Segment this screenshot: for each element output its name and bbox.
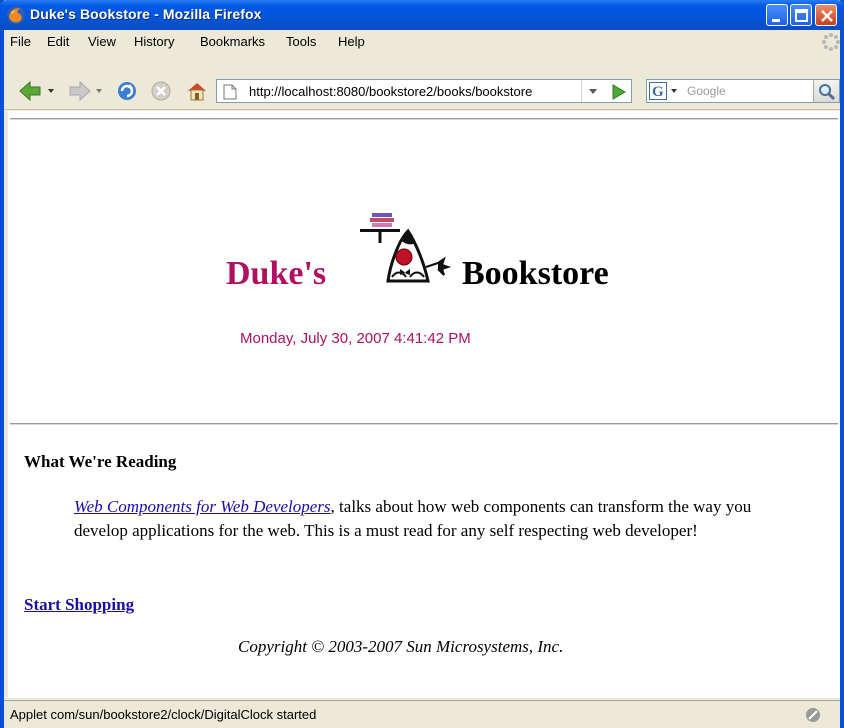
search-bar[interactable]: G Google (646, 79, 840, 103)
menu-tools[interactable]: Tools (286, 34, 316, 49)
close-button[interactable] (815, 4, 837, 26)
menu-help[interactable]: Help (338, 34, 365, 49)
status-bar: Applet com/sun/bookstore2/clock/DigitalC… (4, 700, 840, 728)
maximize-button[interactable] (790, 4, 812, 26)
throbber-icon (821, 32, 841, 52)
google-engine-icon[interactable]: G (649, 82, 681, 100)
window-title: Duke's Bookstore - Mozilla Firefox (30, 6, 262, 22)
search-icon[interactable] (813, 80, 839, 102)
back-button[interactable] (18, 80, 58, 107)
menu-edit[interactable]: Edit (47, 34, 69, 49)
copyright-text: Copyright © 2003-2007 Sun Microsystems, … (238, 637, 564, 656)
page-icon (223, 84, 237, 105)
address-bar[interactable]: http://localhost:8080/bookstore2/books/b… (216, 79, 632, 103)
firefox-icon (6, 5, 26, 25)
page-content: Duke's Bookstore Monday, July 30, 2007 4… (8, 111, 840, 698)
duke-mascot-image (358, 211, 452, 298)
minimize-button[interactable] (766, 4, 788, 26)
svg-text:G: G (652, 84, 664, 100)
menu-file[interactable]: File (10, 34, 31, 49)
url-dropdown-icon[interactable] (581, 80, 603, 102)
logo-text-bookstore: Bookstore (462, 255, 609, 292)
featured-book-link[interactable]: Web Components for Web Developers (74, 497, 331, 516)
reading-heading: What We're Reading (24, 452, 177, 471)
top-divider (10, 118, 838, 120)
reading-paragraph: Web Components for Web Developers, talks… (74, 495, 794, 543)
start-shopping-link[interactable]: Start Shopping (24, 595, 134, 615)
menu-bookmarks[interactable]: Bookmarks (200, 34, 265, 49)
title-bar[interactable]: Duke's Bookstore - Mozilla Firefox (0, 0, 844, 30)
java-applet-icon[interactable] (804, 706, 822, 727)
search-placeholder[interactable]: Google (687, 84, 726, 98)
menu-bar: File Edit View History Bookmarks Tools H… (4, 30, 840, 54)
menu-view[interactable]: View (88, 34, 116, 49)
go-icon[interactable] (609, 83, 627, 106)
logo-text-dukes: Duke's (226, 255, 327, 292)
menu-history[interactable]: History (134, 34, 174, 49)
url-text[interactable]: http://localhost:8080/bookstore2/books/b… (249, 84, 532, 99)
forward-button[interactable] (66, 80, 106, 107)
reload-icon[interactable] (116, 80, 138, 107)
home-icon[interactable] (186, 80, 208, 107)
middle-divider (10, 423, 838, 425)
stop-icon[interactable] (150, 80, 172, 107)
status-text: Applet com/sun/bookstore2/clock/DigitalC… (10, 707, 317, 722)
digital-clock-applet: Monday, July 30, 2007 4:41:42 PM (240, 330, 471, 347)
